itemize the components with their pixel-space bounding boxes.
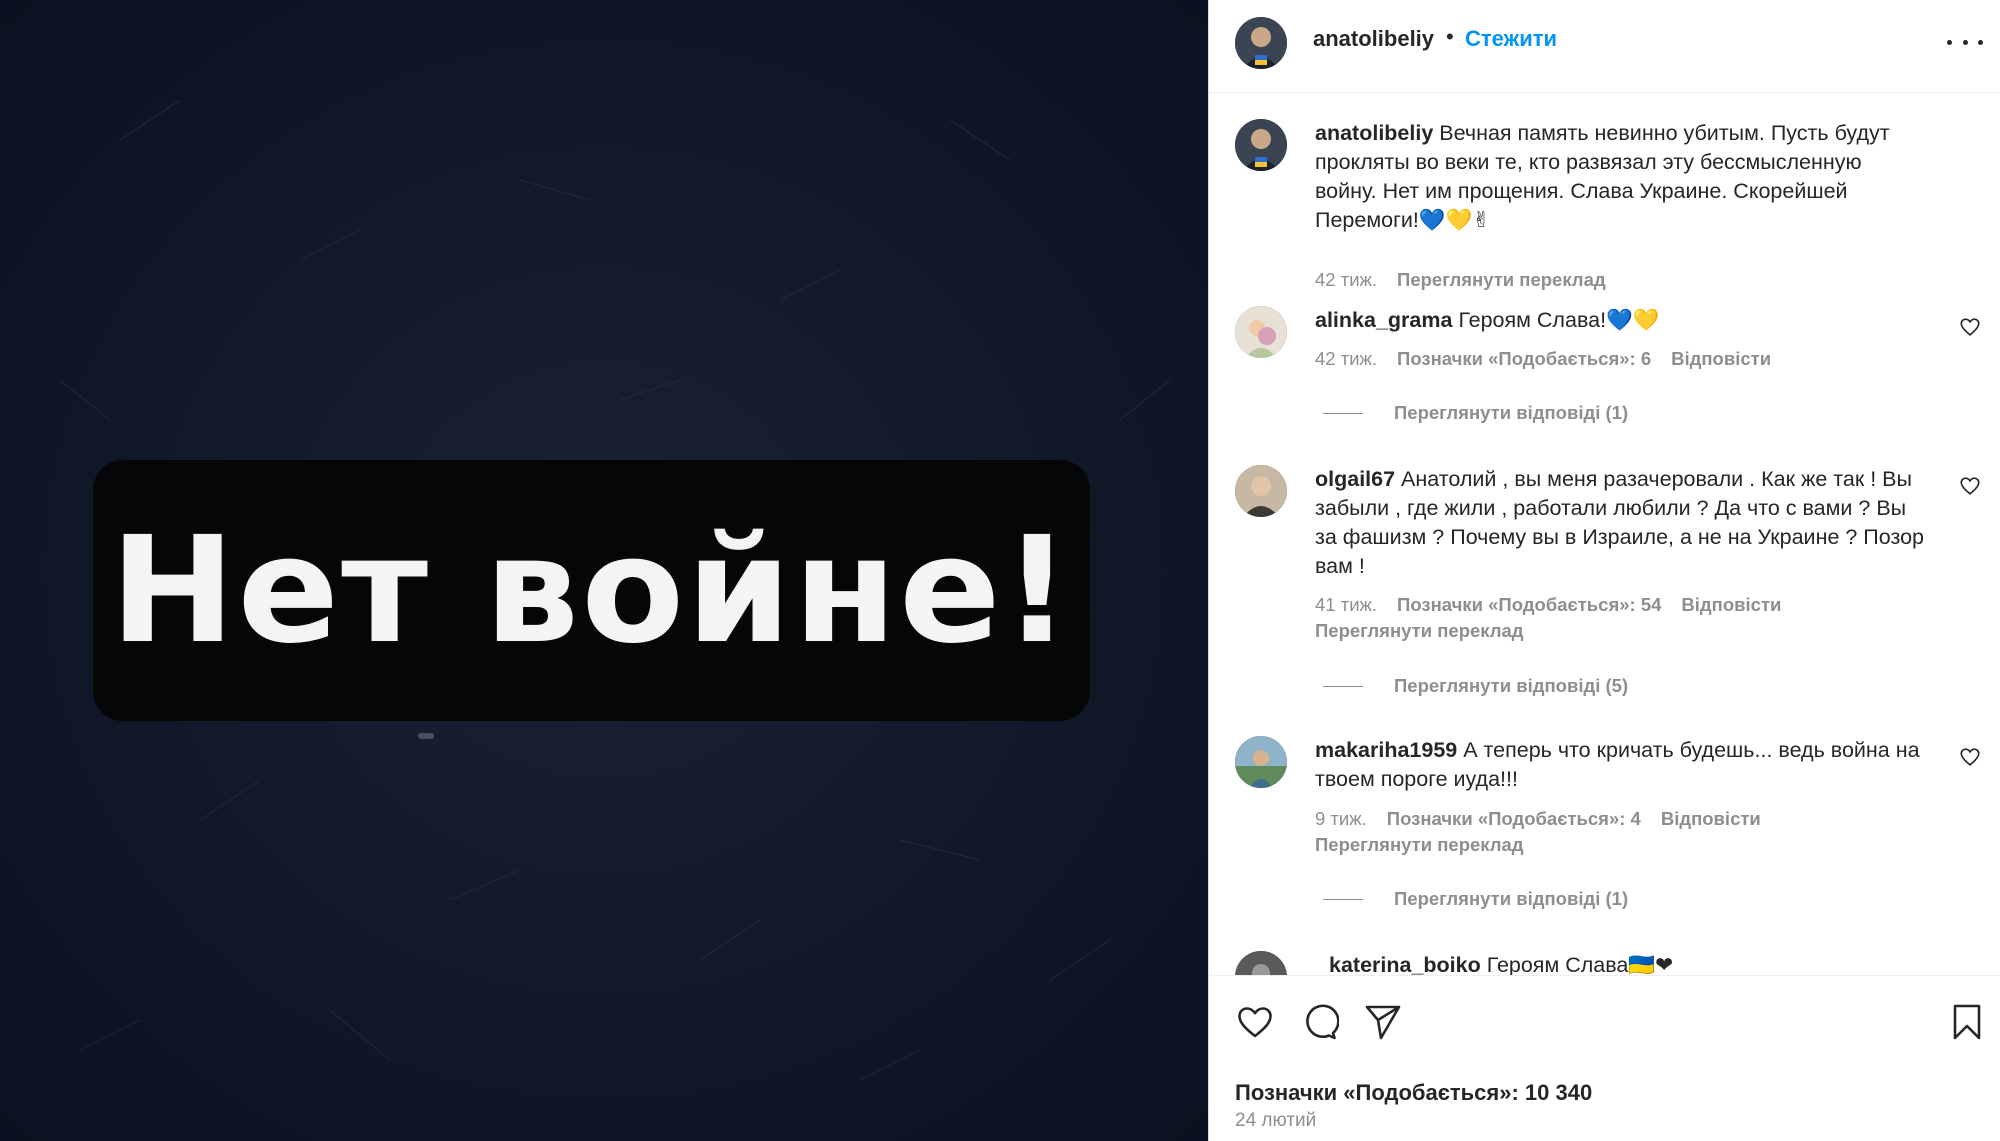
comment-meta: 41 тиж. Позначки «Подобається»: 54 Відпо… [1315, 594, 1781, 616]
author-avatar[interactable] [1235, 17, 1287, 69]
comment-username[interactable]: olgail67 [1315, 467, 1395, 491]
caption-translate-link[interactable]: Переглянути переклад [1397, 269, 1606, 291]
replies-divider [1323, 412, 1363, 414]
view-replies-button[interactable]: Переглянути відповіді (5) [1323, 675, 1628, 697]
comment-meta: 42 тиж. Позначки «Подобається»: 6 Відпов… [1315, 348, 1771, 370]
comment-body: alinka_grama Героям Слава!💙💛 [1315, 306, 1925, 335]
follow-button[interactable]: Стежити [1465, 26, 1557, 52]
comment-like-heart-icon[interactable] [1959, 316, 1981, 338]
post-header: anatolibeliy • Стежити [1209, 0, 2000, 93]
translate-link[interactable]: Переглянути переклад [1315, 834, 1524, 856]
comment-emojis: 💙💛 [1606, 308, 1660, 332]
caption-meta: 42 тиж. Переглянути переклад [1315, 269, 1606, 291]
comment-text: Анатолий , вы меня разачеровали . Как же… [1315, 467, 1925, 578]
comment-username[interactable]: alinka_grama [1315, 308, 1452, 332]
commenter-avatar[interactable] [1235, 306, 1287, 358]
more-options-icon[interactable] [1947, 30, 1983, 54]
comment-body: olgail67 Анатолий , вы меня разачеровали… [1315, 465, 1925, 581]
banner-text: Нет войне! [109, 505, 1074, 676]
comment-likes-count[interactable]: Позначки «Подобається»: 6 [1397, 348, 1651, 370]
caption-body: anatolibeliy Вечная память невинно убиты… [1315, 119, 1925, 235]
reply-button[interactable]: Відповісти [1661, 808, 1761, 830]
view-replies-label: Переглянути відповіді (5) [1394, 675, 1629, 696]
author-username[interactable]: anatolibeliy [1313, 26, 1434, 52]
replies-divider [1323, 898, 1363, 900]
paper-plane-icon[interactable] [1363, 1002, 1403, 1042]
comments-list[interactable]: anatolibeliy Вечная память невинно убиты… [1209, 93, 2000, 975]
comment-likes-count[interactable]: Позначки «Подобається»: 4 [1387, 808, 1641, 830]
comment-likes-count[interactable]: Позначки «Подобається»: 54 [1397, 594, 1661, 616]
comment-emojis: 🇺🇦❤ [1628, 953, 1674, 975]
comment-username[interactable]: makariha1959 [1315, 738, 1457, 762]
comment-text: Героям Слава! [1458, 308, 1607, 332]
author-avatar[interactable] [1235, 119, 1287, 171]
caption-time: 42 тиж. [1315, 269, 1378, 290]
comment-time: 41 тиж. [1315, 594, 1378, 615]
post-date: 24 лютий [1235, 1110, 1317, 1131]
bookmark-icon[interactable] [1947, 1002, 1987, 1042]
likes-count[interactable]: Позначки «Подобається»: 10 340 [1235, 1080, 1592, 1106]
comment-body: katerina_boiko Героям Слава🇺🇦❤ [1329, 951, 1939, 975]
translate-link[interactable]: Переглянути переклад [1315, 620, 1524, 642]
view-replies-button[interactable]: Переглянути відповіді (1) [1323, 888, 1628, 910]
commenter-avatar[interactable] [1235, 736, 1287, 788]
heart-icon[interactable] [1235, 1002, 1275, 1042]
view-replies-label: Переглянути відповіді (1) [1394, 888, 1629, 909]
comment-like-heart-icon[interactable] [1959, 746, 1981, 768]
commenter-avatar[interactable] [1235, 465, 1287, 517]
caption-username[interactable]: anatolibeliy [1315, 121, 1433, 145]
reply-button[interactable]: Відповісти [1681, 594, 1781, 616]
replies-divider [1323, 685, 1363, 687]
post-side-panel: anatolibeliy • Стежити anatolibeliy Вечн… [1208, 0, 2000, 1141]
comment-username[interactable]: katerina_boiko [1329, 953, 1481, 975]
comment-like-heart-icon[interactable] [1959, 475, 1981, 497]
media-dot [418, 733, 434, 739]
comment-time: 42 тиж. [1315, 348, 1378, 369]
no-war-banner: Нет войне! [93, 460, 1090, 721]
view-replies-button[interactable]: Переглянути відповіді (1) [1323, 402, 1628, 424]
reply-button[interactable]: Відповісти [1671, 348, 1771, 370]
comment-time: 9 тиж. [1315, 808, 1367, 829]
comment-text: Героям Слава [1486, 953, 1629, 975]
view-replies-label: Переглянути відповіді (1) [1394, 402, 1629, 423]
post-media[interactable]: Нет войне! [0, 0, 1208, 1141]
comment-body: makariha1959 А теперь что кричать будешь… [1315, 736, 1925, 794]
commenter-avatar[interactable] [1235, 951, 1287, 975]
post-actions: Позначки «Подобається»: 10 340 24 лютий [1209, 975, 2000, 1141]
comment-meta: 9 тиж. Позначки «Подобається»: 4 Відпові… [1315, 808, 1761, 830]
caption-emojis: 💙💛✌ [1418, 208, 1491, 232]
comment-icon[interactable] [1299, 1002, 1339, 1042]
separator-dot: • [1446, 24, 1454, 49]
